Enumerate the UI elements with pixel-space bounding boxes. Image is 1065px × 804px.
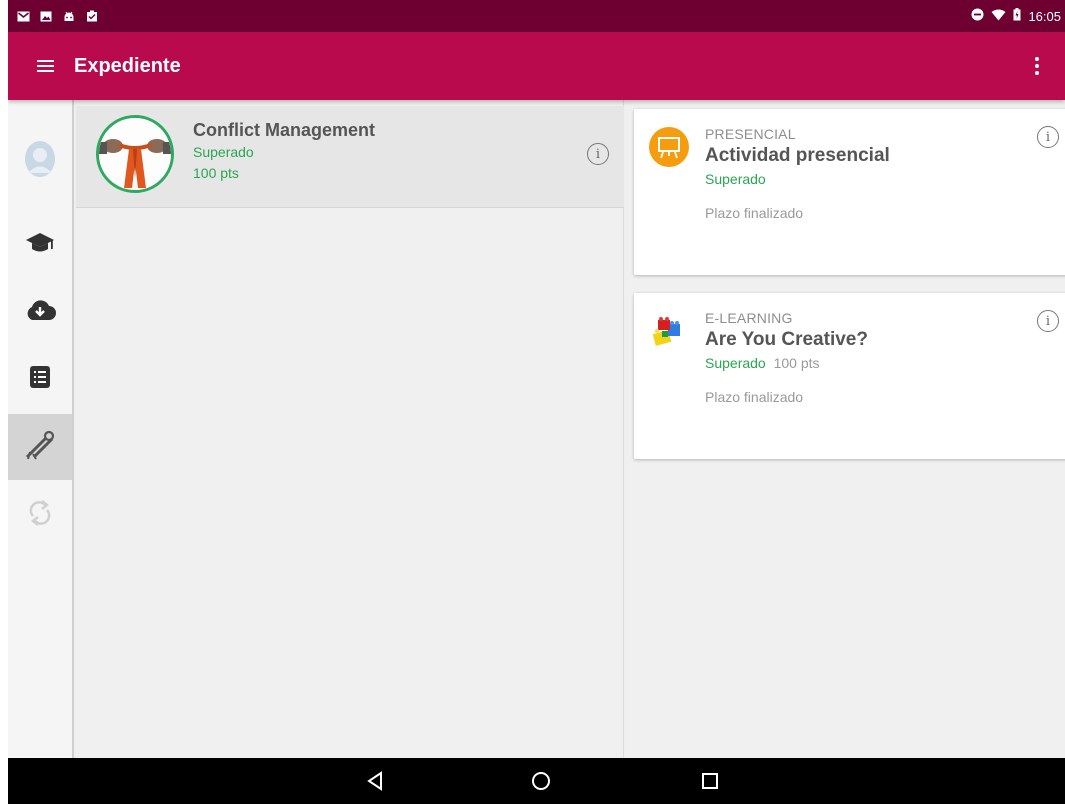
home-icon[interactable] bbox=[529, 769, 553, 793]
rail-item-records[interactable] bbox=[8, 346, 72, 412]
overflow-menu-icon[interactable] bbox=[1025, 54, 1049, 78]
do-not-disturb-icon bbox=[971, 8, 984, 24]
sync-icon bbox=[29, 498, 51, 533]
presentation-board-icon bbox=[648, 126, 690, 168]
activity-status: Superado bbox=[705, 355, 766, 371]
menu-icon[interactable] bbox=[34, 54, 58, 78]
activity-panel: PRESENCIAL Actividad presencial Superado… bbox=[625, 100, 1065, 758]
activity-deadline: Plazo finalizado bbox=[705, 389, 804, 405]
list-document-icon bbox=[29, 365, 51, 394]
course-title: Conflict Management bbox=[193, 120, 376, 140]
rail-item-profile[interactable] bbox=[8, 128, 72, 194]
rail-item-sync[interactable] bbox=[8, 482, 72, 548]
info-icon[interactable]: i bbox=[1037, 310, 1059, 332]
page-title: Expediente bbox=[74, 54, 181, 77]
lego-blocks-icon bbox=[648, 310, 690, 352]
activity-status-row: Superado bbox=[705, 171, 766, 187]
recents-icon[interactable] bbox=[698, 769, 722, 793]
activity-title: Are You Creative? bbox=[705, 329, 868, 350]
activity-type: PRESENCIAL bbox=[705, 126, 796, 142]
activity-status-row: Superado 100 pts bbox=[705, 355, 820, 371]
image-icon bbox=[39, 10, 53, 22]
back-icon[interactable] bbox=[363, 769, 387, 793]
activity-card[interactable]: E-LEARNING Are You Creative? Superado 10… bbox=[634, 293, 1065, 459]
avatar-icon bbox=[23, 140, 57, 183]
battery-charging-icon bbox=[1013, 8, 1021, 24]
wifi-icon bbox=[991, 9, 1006, 24]
rail-item-courses[interactable] bbox=[8, 212, 72, 278]
course-points: 100 pts bbox=[193, 165, 239, 181]
info-icon[interactable]: i bbox=[587, 143, 609, 165]
status-bar: 16:05 bbox=[8, 0, 1065, 32]
activity-status: Superado bbox=[705, 171, 766, 187]
course-list-item[interactable]: Conflict Management Superado 100 pts i bbox=[76, 106, 624, 208]
course-thumbnail bbox=[96, 115, 174, 193]
diploma-ribbon-icon bbox=[24, 430, 56, 465]
clock: 16:05 bbox=[1028, 8, 1061, 24]
system-status: 16:05 bbox=[971, 8, 1061, 24]
cloud-download-icon bbox=[24, 299, 56, 326]
course-list: Conflict Management Superado 100 pts i bbox=[76, 100, 624, 758]
rail-item-certificates[interactable] bbox=[8, 414, 72, 480]
app-bar: Expediente bbox=[8, 32, 1065, 100]
notification-icons bbox=[16, 10, 99, 22]
system-navigation-bar bbox=[8, 758, 1065, 804]
graduation-cap-icon bbox=[25, 232, 55, 259]
rail-item-downloads[interactable] bbox=[8, 279, 72, 345]
clipboard-check-icon bbox=[85, 10, 99, 22]
course-status: Superado bbox=[193, 144, 254, 160]
activity-title: Actividad presencial bbox=[705, 145, 890, 166]
device-screen: 16:05 Expediente Conflict Management Sup… bbox=[8, 0, 1065, 804]
navigation-rail bbox=[8, 100, 74, 758]
activity-points: 100 pts bbox=[773, 355, 820, 371]
gmail-icon bbox=[16, 10, 30, 22]
android-icon bbox=[62, 10, 76, 22]
info-icon[interactable]: i bbox=[1037, 126, 1059, 148]
activity-type: E-LEARNING bbox=[705, 310, 793, 326]
activity-deadline: Plazo finalizado bbox=[705, 205, 804, 221]
activity-card[interactable]: PRESENCIAL Actividad presencial Superado… bbox=[634, 109, 1065, 275]
